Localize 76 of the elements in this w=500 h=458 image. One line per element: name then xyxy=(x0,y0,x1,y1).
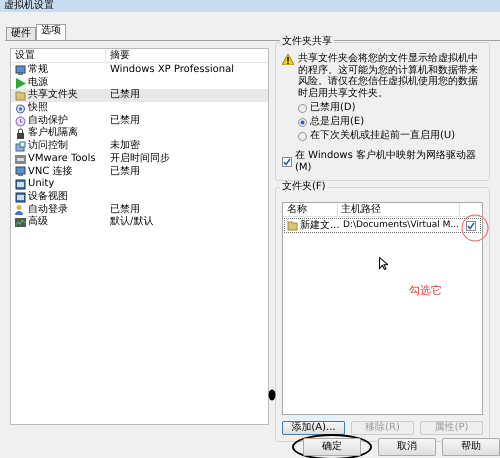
radio-button[interactable] xyxy=(298,132,307,140)
settings-row[interactable]: 快照 xyxy=(11,102,268,115)
folder-icon xyxy=(287,220,298,231)
annotation-dot xyxy=(268,389,276,401)
setting-name: 快照 xyxy=(28,102,48,115)
settings-row[interactable]: 电源 xyxy=(11,76,268,90)
setting-name: 客户机隔离 xyxy=(28,127,78,140)
folder-row[interactable]: 新建文... D:\Documents\Virtual M... xyxy=(284,218,481,233)
group-title: 文件夹共享 xyxy=(280,36,334,48)
monitor-icon xyxy=(15,166,26,178)
setting-name: VNC 连接 xyxy=(28,166,72,178)
setting-summary: 已禁用 xyxy=(110,114,140,126)
checkbox-label: 在 Windows 客户机中映射为网络驱动器(M) xyxy=(295,150,477,174)
dialog-button[interactable]: 帮助 xyxy=(442,438,500,456)
folder-icon xyxy=(15,90,26,102)
setting-name: 共享文件夹 xyxy=(28,89,78,102)
settings-row[interactable]: VMware Tools 开启时间同步 xyxy=(11,152,268,166)
setting-name: 设备视图 xyxy=(28,190,68,204)
column-header: 摘要 xyxy=(109,49,131,62)
tab[interactable]: 硬件 xyxy=(6,27,36,40)
folder-path: D:\Documents\Virtual M... xyxy=(342,219,460,232)
setting-name: 常规 xyxy=(28,64,48,76)
lock-icon xyxy=(15,128,26,140)
setting-summary: 已禁用 xyxy=(110,204,140,215)
column-header: 主机路径 xyxy=(338,203,460,216)
dialog-button[interactable]: 取消 xyxy=(378,438,436,456)
checkbox[interactable] xyxy=(466,220,476,230)
folder-button[interactable]: 添加(A)... xyxy=(282,421,345,435)
group-title: 文件夹(F) xyxy=(280,181,328,193)
warning-icon xyxy=(282,54,294,65)
settings-row[interactable]: 常规 Windows XP Professional xyxy=(11,64,268,77)
warning-text: 共享文件夹会将您的文件显示给虚拟机中的程序。这可能为您的计算机和数据带来风险。请仅在您信任虚拟机使用您的数据时启用共享文件夹。 xyxy=(298,53,479,99)
setting-name: Unity xyxy=(28,178,54,190)
cursor-icon xyxy=(379,257,388,270)
column-header: 名称 xyxy=(283,203,338,216)
setting-summary: Windows XP Professional xyxy=(110,64,234,75)
radio-button[interactable] xyxy=(298,118,307,126)
annotation-circle xyxy=(461,214,489,242)
play-icon xyxy=(15,78,26,89)
setting-summary: 已禁用 xyxy=(110,89,140,100)
radio-label: 已禁用(D) xyxy=(310,102,356,114)
monitor-icon xyxy=(15,64,26,76)
setting-summary: 开启时间同步 xyxy=(110,152,170,164)
setting-summary: 已禁用 xyxy=(110,166,140,176)
column-header: 设置 xyxy=(11,49,106,62)
setting-summary: 未加密 xyxy=(110,140,140,152)
radio-button[interactable] xyxy=(298,104,307,112)
user-icon xyxy=(15,204,26,216)
setting-name: 电源 xyxy=(28,76,48,88)
settings-row[interactable]: 共享文件夹 已禁用 xyxy=(11,89,268,102)
setting-summary: 默认/默认 xyxy=(110,216,154,228)
dialog-button[interactable]: 确定 xyxy=(303,438,361,456)
settings-row[interactable]: Unity xyxy=(11,178,268,191)
tab[interactable]: 选项 xyxy=(36,24,66,40)
setting-name: 自动保护 xyxy=(28,114,68,126)
setting-name: VMware Tools xyxy=(28,152,96,166)
setting-name: 访问控制 xyxy=(28,140,68,153)
settings-row[interactable]: VNC 连接 已禁用 xyxy=(11,166,268,178)
annotation-text: 勾选它 xyxy=(409,283,442,299)
clock-icon xyxy=(15,116,26,127)
settings-row[interactable]: 访问控制 未加密 xyxy=(11,140,268,153)
settings-row[interactable]: 自动登录 已禁用 xyxy=(11,204,268,216)
radio-label: 总是启用(E) xyxy=(310,116,364,128)
camera-icon xyxy=(15,102,26,114)
settings-row[interactable]: 设备视图 xyxy=(11,190,268,204)
chart-icon xyxy=(15,217,26,228)
settings-row[interactable]: 高级 默认/默认 xyxy=(11,216,268,229)
window-icon xyxy=(15,192,26,203)
setting-name: 高级 xyxy=(28,216,48,229)
checkbox[interactable] xyxy=(282,157,292,167)
radio-label: 在下次关机或挂起前一直启用(U) xyxy=(310,130,456,142)
folder-name: 新建文... xyxy=(300,219,340,232)
settings-row[interactable]: 客户机隔离 xyxy=(11,127,268,140)
window-icon xyxy=(15,179,26,190)
setting-name: 自动登录 xyxy=(28,204,68,216)
settings-row[interactable]: 自动保护 已禁用 xyxy=(11,114,268,128)
